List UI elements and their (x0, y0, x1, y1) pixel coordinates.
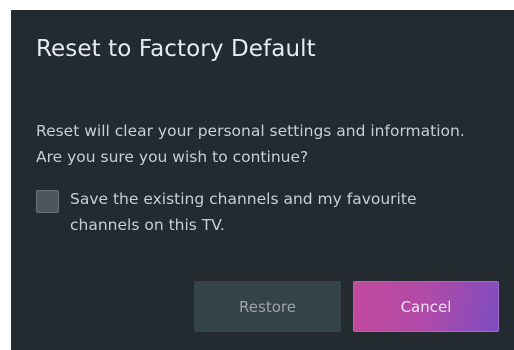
save-channels-label[interactable]: Save the existing channels and my favour… (70, 186, 416, 238)
reset-dialog: Reset to Factory Default Reset will clea… (11, 10, 514, 350)
dialog-message: Reset will clear your personal settings … (36, 118, 506, 170)
message-line: Reset will clear your personal settings … (36, 122, 465, 140)
save-channels-checkbox[interactable] (36, 190, 59, 213)
restore-button[interactable]: Restore (194, 281, 341, 332)
cancel-button[interactable]: Cancel (353, 281, 499, 332)
option-label-line: channels on this TV. (70, 216, 225, 234)
dialog-title: Reset to Factory Default (36, 36, 316, 62)
option-label-line: Save the existing channels and my favour… (70, 190, 417, 208)
message-line: Are you sure you wish to continue? (36, 148, 309, 166)
